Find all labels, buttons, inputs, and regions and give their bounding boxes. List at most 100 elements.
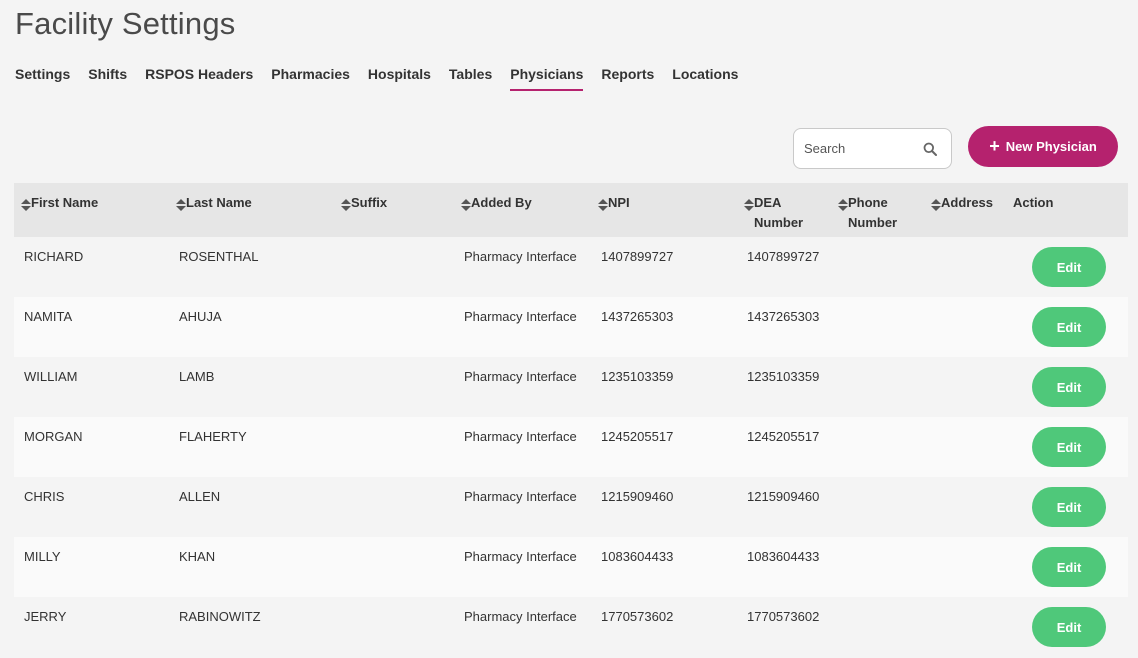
- cell-dea: 1245205517: [747, 429, 820, 444]
- cell-address: [924, 297, 1011, 357]
- cell-suffix: [334, 297, 454, 357]
- cell-dea: 1083604433: [747, 549, 820, 564]
- cell-first: JERRY: [24, 609, 67, 624]
- cell-npi: 1215909460: [601, 489, 674, 504]
- col-label: Added By: [471, 195, 532, 210]
- col-label: Address: [941, 195, 994, 210]
- cell-first: CHRIS: [24, 489, 65, 504]
- col-header-suffix[interactable]: Suffix: [334, 183, 454, 237]
- col-header-first-name[interactable]: First Name: [14, 183, 169, 237]
- cell-address: [924, 357, 1011, 417]
- cell-phone: [831, 237, 924, 297]
- sort-icon: [461, 197, 471, 217]
- edit-button[interactable]: Edit: [1032, 367, 1106, 407]
- cell-address: [924, 417, 1011, 477]
- col-header-dea-number[interactable]: DEA Number: [737, 183, 831, 237]
- sort-icon: [744, 197, 754, 217]
- col-header-npi[interactable]: NPI: [591, 183, 737, 237]
- cell-added-by: Pharmacy Interface: [464, 429, 577, 444]
- sort-icon: [341, 197, 351, 217]
- tab-reports[interactable]: Reports: [601, 66, 654, 91]
- cell-npi: 1245205517: [601, 429, 674, 444]
- search-input[interactable]: [804, 141, 922, 156]
- cell-last: ROSENTHAL: [179, 249, 259, 264]
- cell-dea: 1215909460: [747, 489, 820, 504]
- tab-tables[interactable]: Tables: [449, 66, 492, 91]
- cell-suffix: [334, 477, 454, 537]
- tab-hospitals[interactable]: Hospitals: [368, 66, 431, 91]
- cell-first: MILLY: [24, 549, 61, 564]
- tab-rspos-headers[interactable]: RSPOS Headers: [145, 66, 253, 91]
- cell-phone: [831, 417, 924, 477]
- table-row: MORGAN FLAHERTY Pharmacy Interface 12452055…: [14, 417, 1128, 477]
- cell-suffix: [334, 237, 454, 297]
- cell-added-by: Pharmacy Interface: [464, 309, 577, 324]
- cell-added-by: Pharmacy Interface: [464, 549, 577, 564]
- tab-physicians[interactable]: Physicians: [510, 66, 584, 91]
- cell-dea: 1770573602: [747, 609, 820, 624]
- sort-icon: [598, 197, 608, 217]
- cell-phone: [831, 537, 924, 597]
- edit-button[interactable]: Edit: [1032, 247, 1106, 287]
- col-label: NPI: [608, 195, 630, 210]
- cell-address: [924, 537, 1011, 597]
- edit-button[interactable]: Edit: [1032, 307, 1106, 347]
- new-physician-button[interactable]: + New Physician: [968, 126, 1118, 167]
- tab-pharmacies[interactable]: Pharmacies: [271, 66, 350, 91]
- cell-suffix: [334, 597, 454, 657]
- table-row: MILLY KHAN Pharmacy Interface 1083604433 108…: [14, 537, 1128, 597]
- cell-phone: [831, 297, 924, 357]
- col-header-address[interactable]: Address: [924, 183, 1011, 237]
- physicians-table: First Name Last Name Suffix Added By NPI…: [14, 183, 1128, 657]
- page-title: Facility Settings: [15, 6, 236, 41]
- col-label: Suffix: [351, 195, 388, 210]
- sort-icon: [838, 197, 848, 217]
- search-box: [793, 128, 952, 169]
- cell-added-by: Pharmacy Interface: [464, 609, 577, 624]
- sort-icon: [176, 197, 186, 217]
- col-label: DEA Number: [754, 195, 804, 230]
- col-label: Phone Number: [848, 195, 898, 230]
- table-header-row: First Name Last Name Suffix Added By NPI…: [14, 183, 1128, 237]
- edit-button[interactable]: Edit: [1032, 607, 1106, 647]
- cell-npi: 1437265303: [601, 309, 674, 324]
- cell-action: Edit: [1011, 477, 1128, 537]
- cell-action: Edit: [1011, 537, 1128, 597]
- cell-first: MORGAN: [24, 429, 83, 444]
- tab-settings[interactable]: Settings: [15, 66, 70, 91]
- edit-button[interactable]: Edit: [1032, 487, 1106, 527]
- cell-phone: [831, 597, 924, 657]
- col-header-last-name[interactable]: Last Name: [169, 183, 334, 237]
- cell-dea: 1407899727: [747, 249, 820, 264]
- tab-shifts[interactable]: Shifts: [88, 66, 127, 91]
- table-row: JERRY RABINOWITZ Pharmacy Interface 1770573…: [14, 597, 1128, 657]
- cell-npi: 1083604433: [601, 549, 674, 564]
- col-header-added-by[interactable]: Added By: [454, 183, 591, 237]
- new-physician-label: New Physician: [1005, 139, 1097, 154]
- tab-locations[interactable]: Locations: [672, 66, 738, 91]
- col-label: Action: [1013, 195, 1054, 210]
- cell-last: AHUJA: [179, 309, 222, 324]
- cell-phone: [831, 357, 924, 417]
- cell-action: Edit: [1011, 237, 1128, 297]
- cell-last: LAMB: [179, 369, 215, 384]
- cell-added-by: Pharmacy Interface: [464, 369, 577, 384]
- col-header-phone-number[interactable]: Phone Number: [831, 183, 924, 237]
- cell-suffix: [334, 537, 454, 597]
- cell-suffix: [334, 417, 454, 477]
- search-icon[interactable]: [922, 141, 938, 157]
- cell-action: Edit: [1011, 597, 1128, 657]
- cell-dea: 1437265303: [747, 309, 820, 324]
- sort-icon: [931, 197, 941, 217]
- cell-added-by: Pharmacy Interface: [464, 489, 577, 504]
- cell-first: NAMITA: [24, 309, 73, 324]
- edit-button[interactable]: Edit: [1032, 427, 1106, 467]
- cell-phone: [831, 477, 924, 537]
- cell-npi: 1770573602: [601, 609, 674, 624]
- cell-last: FLAHERTY: [179, 429, 247, 444]
- cell-address: [924, 477, 1011, 537]
- cell-action: Edit: [1011, 357, 1128, 417]
- cell-action: Edit: [1011, 297, 1128, 357]
- col-label: First Name: [31, 195, 99, 210]
- edit-button[interactable]: Edit: [1032, 547, 1106, 587]
